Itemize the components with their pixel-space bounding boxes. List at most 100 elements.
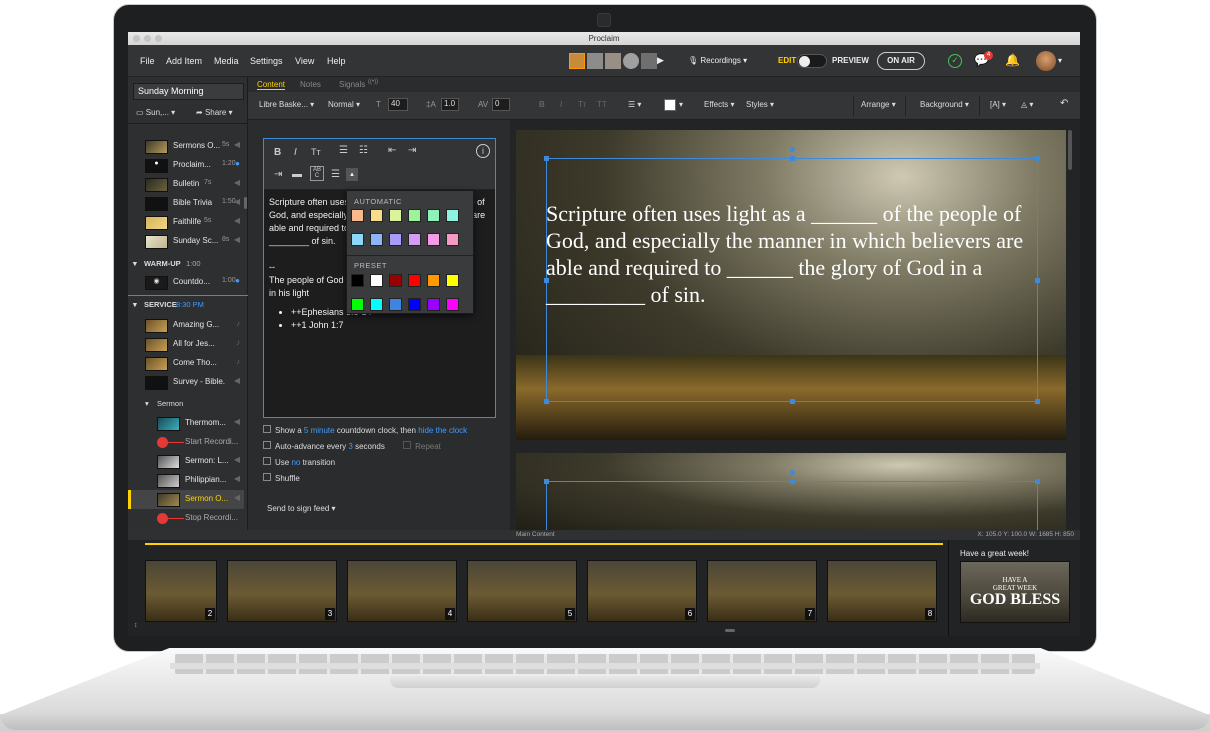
list-item[interactable]: Philippian... ◀: [128, 471, 244, 490]
list-item[interactable]: Come Tho... ♪: [128, 354, 244, 373]
advance-seconds-link[interactable]: 3: [348, 442, 352, 451]
slide-thumb[interactable]: 3: [227, 560, 337, 622]
resize-handle[interactable]: [544, 156, 549, 161]
resize-handle[interactable]: [544, 479, 549, 484]
edit-preview-toggle[interactable]: [797, 54, 827, 68]
letter-spacing-input[interactable]: 0: [492, 98, 510, 111]
color-swatch[interactable]: [408, 274, 421, 287]
info-icon[interactable]: i: [476, 144, 490, 158]
caps-button[interactable]: TT: [597, 100, 607, 109]
text-box-dropdown[interactable]: [A] ▾: [990, 100, 1006, 109]
color-swatch[interactable]: [351, 209, 364, 222]
numbered-list-icon[interactable]: ☷: [359, 145, 368, 156]
styles-dropdown[interactable]: Styles ▾: [746, 100, 774, 109]
checkbox[interactable]: [403, 441, 412, 449]
italic-button[interactable]: I: [560, 100, 562, 109]
highlight-icon[interactable]: ☰: [331, 169, 340, 180]
status-ok-icon[interactable]: ✓: [948, 54, 962, 68]
zoom-window-button[interactable]: [155, 35, 162, 42]
shuffle-option[interactable]: Shuffle: [263, 473, 300, 483]
service-name-field[interactable]: Sunday Morning: [133, 83, 244, 100]
chevron-up-icon[interactable]: ▴: [346, 168, 358, 181]
text-box-selection[interactable]: [546, 481, 1038, 533]
resize-handle[interactable]: [544, 399, 549, 404]
outdent-icon[interactable]: ⇤: [388, 145, 396, 156]
group-sermon[interactable]: ▾ Sermon: [128, 395, 244, 413]
slide-thumb[interactable]: 8: [827, 560, 937, 622]
color-swatch[interactable]: [370, 298, 383, 311]
indent-icon[interactable]: ⇥: [408, 145, 416, 156]
color-swatch[interactable]: [408, 298, 421, 311]
chevron-down-icon[interactable]: ▾: [1058, 56, 1062, 65]
chevron-down-icon[interactable]: ▾: [679, 100, 683, 109]
bold-button[interactable]: B: [274, 147, 281, 158]
list-item[interactable]: Bulletin 7s ◀: [128, 175, 244, 194]
slide-thumb[interactable]: 6: [587, 560, 697, 622]
strip-resize-handle[interactable]: [725, 629, 735, 632]
close-window-button[interactable]: [133, 35, 140, 42]
share-dropdown[interactable]: ➦ Share ▾: [196, 108, 233, 117]
spellcheck-icon[interactable]: AB C: [310, 166, 324, 181]
bell-icon[interactable]: 🔔: [1005, 53, 1020, 67]
slide-preview[interactable]: Scripture often uses light as a ______ o…: [516, 130, 1066, 440]
resize-handle[interactable]: [790, 479, 795, 484]
date-dropdown[interactable]: ▭ Sun,... ▾: [136, 108, 175, 117]
italic-button[interactable]: I: [294, 147, 297, 158]
auto-advance-option[interactable]: Auto-advance every 3 seconds Repeat: [263, 441, 441, 451]
slide-thumb[interactable]: 2: [145, 560, 217, 622]
avatar[interactable]: [623, 53, 639, 69]
color-swatch[interactable]: [351, 298, 364, 311]
checkbox[interactable]: [263, 441, 271, 449]
countdown-duration-link[interactable]: 5 minute: [304, 426, 335, 435]
color-swatch[interactable]: [351, 233, 364, 246]
color-swatch[interactable]: [389, 274, 402, 287]
resize-handle[interactable]: [790, 156, 795, 161]
arrange-dropdown[interactable]: Arrange ▾: [861, 100, 896, 109]
slide-thumb[interactable]: 7: [707, 560, 817, 622]
section-warmup[interactable]: ▾ WARM-UP 1:00: [128, 255, 244, 273]
avatar[interactable]: [605, 53, 621, 69]
checkbox[interactable]: [263, 457, 271, 465]
color-swatch[interactable]: [370, 209, 383, 222]
list-item[interactable]: Start Recordi...: [128, 433, 244, 452]
color-swatch[interactable]: [408, 233, 421, 246]
color-swatch[interactable]: [370, 233, 383, 246]
font-size-input[interactable]: 40: [388, 98, 408, 111]
list-item[interactable]: Survey - Bible... ◀: [128, 373, 244, 392]
on-air-button[interactable]: ON AIR: [877, 52, 925, 70]
bullet-list-icon[interactable]: ☰: [339, 145, 348, 156]
list-item[interactable]: Sermon: L... ◀: [128, 452, 244, 471]
resize-handle[interactable]: [1035, 156, 1040, 161]
color-swatch[interactable]: [408, 209, 421, 222]
text-size-button[interactable]: Tт: [311, 147, 321, 157]
effects-dropdown[interactable]: Effects ▾: [704, 100, 735, 109]
checkbox[interactable]: [263, 425, 271, 433]
transition-link[interactable]: no: [291, 458, 300, 467]
bold-button[interactable]: B: [539, 100, 545, 109]
user-avatar[interactable]: [1036, 51, 1056, 71]
resize-handle[interactable]: [1035, 399, 1040, 404]
avatar[interactable]: [587, 53, 603, 69]
countdown-option[interactable]: Show a 5 minute countdown clock, then hi…: [263, 425, 467, 435]
list-item[interactable]: Amazing G... ♪: [128, 316, 244, 335]
minimize-window-button[interactable]: [144, 35, 151, 42]
color-swatch[interactable]: [446, 233, 459, 246]
font-weight-dropdown[interactable]: Normal ▾: [328, 100, 360, 109]
text-case-button[interactable]: Tт: [578, 100, 587, 109]
color-swatch[interactable]: [427, 274, 440, 287]
background-dropdown[interactable]: Background ▾: [920, 100, 969, 109]
color-swatch[interactable]: [446, 298, 459, 311]
align-dropdown[interactable]: ☰ ▾: [628, 100, 641, 109]
list-item[interactable]: Stop Recordi...: [128, 509, 244, 528]
section-service[interactable]: ▾ SERVICE 8:30 PM: [128, 296, 244, 314]
recordings-dropdown[interactable]: 🎙 Recordings ▾: [688, 56, 747, 65]
avatar[interactable]: [641, 53, 657, 69]
list-item[interactable]: Faithlife 5s ◀: [128, 213, 244, 232]
expand-icon[interactable]: ↕: [134, 622, 138, 629]
color-swatch[interactable]: [389, 233, 402, 246]
color-swatch[interactable]: [427, 233, 440, 246]
checkbox[interactable]: [263, 473, 271, 481]
slide-preview-secondary[interactable]: [516, 453, 1066, 533]
rotate-handle[interactable]: [790, 147, 795, 152]
list-item[interactable]: ● Proclaim... 1:20 ●: [128, 156, 244, 175]
